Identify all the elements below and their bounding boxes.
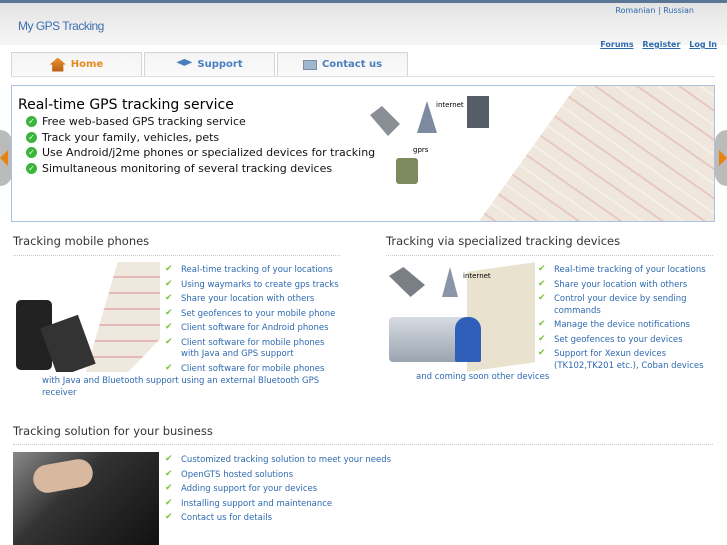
banner-item-text: Simultaneous monitoring of several track… <box>42 161 333 175</box>
tracking-devices-image: internet <box>387 262 535 374</box>
internet-label: internet <box>436 101 464 109</box>
feature-item: Share your location with others <box>165 293 345 306</box>
feature-item: OpenGTS hosted solutions <box>165 469 425 482</box>
feature-item: Set geofences to your mobile phone <box>165 308 345 321</box>
feature-item: Using waymarks to create gps tracks <box>165 279 345 292</box>
banner-next-button[interactable] <box>715 130 727 186</box>
hand-image <box>31 457 95 495</box>
check-icon: ✓ <box>26 116 37 128</box>
lang-romanian[interactable]: Romanian <box>615 6 655 15</box>
gps-device-icon <box>396 158 418 184</box>
site-logo[interactable]: My GPS Tracking <box>18 19 104 33</box>
devices-feature-continuation: and coming soon other devices <box>416 372 550 382</box>
feature-item: Client software for mobile phones <box>165 363 345 376</box>
tab-divider <box>11 76 715 77</box>
tab-support[interactable]: Support <box>144 52 275 76</box>
hero-banner: Real-time GPS tracking service ✓ Free web… <box>11 85 715 222</box>
graduation-cap-icon <box>176 58 193 66</box>
tab-contact[interactable]: Contact us <box>277 52 408 76</box>
feature-item: Real-time tracking of your locations <box>538 264 718 277</box>
lang-separator: | <box>657 6 661 15</box>
tab-home[interactable]: Home <box>11 52 142 76</box>
feature-item: Real-time tracking of your locations <box>165 264 345 277</box>
banner-item-text: Use Android/j2me phones or specialized d… <box>42 146 376 160</box>
feature-item: Control your device by sending commands <box>538 293 718 317</box>
banner-item: ✓ Track your family, vehicles, pets <box>26 130 375 146</box>
main-nav: Home Support Contact us <box>11 52 410 76</box>
check-icon: ✓ <box>26 147 37 159</box>
feature-item: Support for Xexun devices (TK102,TK201 e… <box>538 348 718 372</box>
keyboard-typing-image <box>13 452 159 545</box>
business-features: Customized tracking solution to meet you… <box>165 454 425 528</box>
user-links: Forums Register Log In <box>594 40 717 49</box>
antenna-tower-icon <box>417 101 437 133</box>
feature-item: Set geofences to your devices <box>538 334 718 347</box>
devices-section-title: Tracking via specialized tracking device… <box>386 234 621 248</box>
contact-card-icon <box>302 59 317 70</box>
lang-russian[interactable]: Russian <box>663 6 694 15</box>
antenna-tower-icon <box>442 267 458 297</box>
business-section-title: Tracking solution for your business <box>13 424 213 438</box>
home-icon <box>49 57 66 72</box>
devices-features: Real-time tracking of your locations Sha… <box>538 264 718 375</box>
mobile-section-title: Tracking mobile phones <box>13 234 150 248</box>
feature-item: Client software for mobile phones with J… <box>165 337 345 361</box>
tab-label: Contact us <box>321 59 383 70</box>
login-link[interactable]: Log In <box>689 40 717 49</box>
internet-label: internet <box>463 272 491 280</box>
header: My GPS Tracking Romanian | Russian Forum… <box>0 3 727 49</box>
banner-title: Real-time GPS tracking service <box>18 97 234 113</box>
banner-item: ✓ Free web-based GPS tracking service <box>26 114 375 130</box>
feature-item: Customized tracking solution to meet you… <box>165 454 425 467</box>
server-icon <box>467 96 489 128</box>
mobile-phones-image <box>14 262 160 372</box>
check-icon: ✓ <box>26 162 37 174</box>
tab-label: Support <box>197 59 243 70</box>
banner-item-text: Free web-based GPS tracking service <box>42 115 246 129</box>
feature-item: Installing support and maintenance <box>165 498 425 511</box>
divider <box>13 444 713 445</box>
satellite-icon <box>389 267 425 297</box>
banner-item: ✓ Use Android/j2me phones or specialized … <box>26 145 375 161</box>
banner-item-text: Track your family, vehicles, pets <box>42 130 220 144</box>
gprs-label: gprs <box>413 146 429 154</box>
divider <box>386 255 713 256</box>
forums-link[interactable]: Forums <box>600 40 633 49</box>
banner-list: ✓ Free web-based GPS tracking service ✓ Tr… <box>26 114 375 176</box>
mobile-feature-continuation: with Java and Bluetooth support using an… <box>42 376 320 398</box>
feature-item[interactable]: Contact us for details <box>165 512 425 525</box>
feature-item: Share your location with others <box>538 279 718 292</box>
mobile-features: Real-time tracking of your locations Usi… <box>165 264 345 378</box>
check-icon: ✓ <box>26 131 37 143</box>
language-switcher: Romanian | Russian <box>615 6 694 15</box>
arrow-right-icon <box>719 150 727 166</box>
arrow-left-icon <box>0 150 8 166</box>
register-link[interactable]: Register <box>642 40 680 49</box>
tab-label: Home <box>70 59 104 70</box>
person-icon <box>455 317 481 362</box>
feature-item: Client software for Android phones <box>165 322 345 335</box>
banner-item: ✓ Simultaneous monitoring of several trac… <box>26 161 375 177</box>
feature-item: Adding support for your devices <box>165 483 425 496</box>
feature-item: Manage the device notifications <box>538 319 718 332</box>
divider <box>13 255 340 256</box>
